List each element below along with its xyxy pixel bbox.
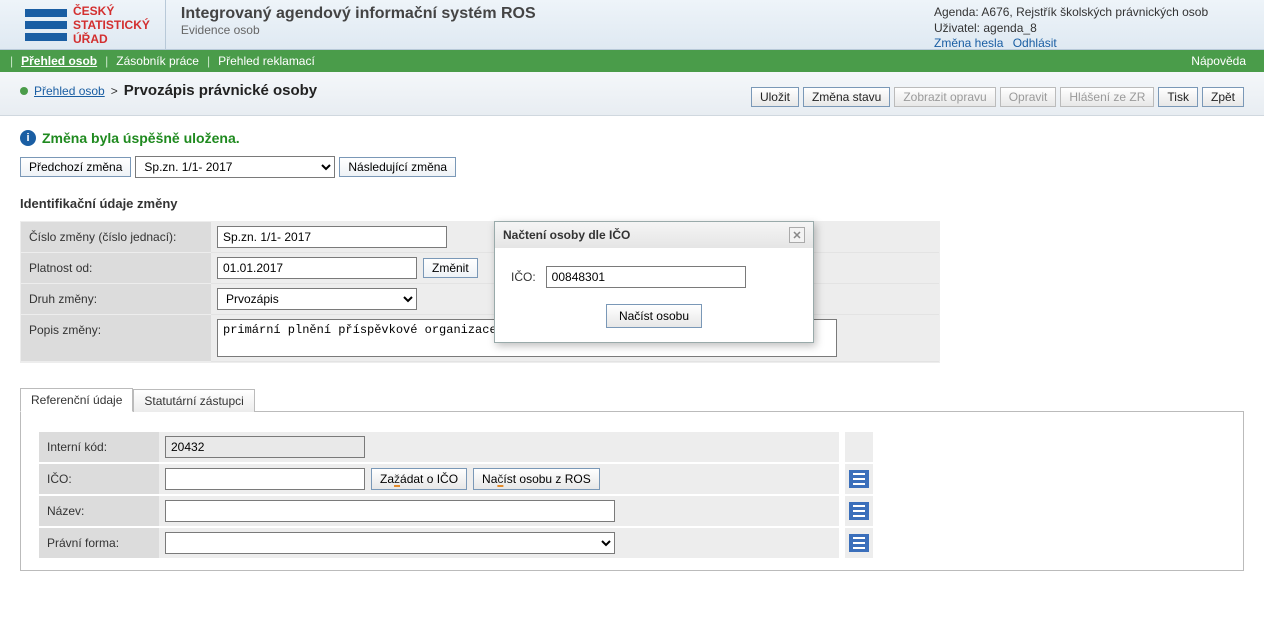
content: i Změna byla úspěšně uložena. Předchozí … bbox=[0, 116, 1264, 585]
logo: ČESKÝ STATISTICKÝ ÚŘAD bbox=[0, 0, 165, 49]
dialog-ico-label: IČO: bbox=[511, 270, 536, 284]
success-message: i Změna byla úspěšně uložena. bbox=[20, 130, 1244, 146]
pforma-select[interactable] bbox=[165, 532, 615, 554]
logo-bars-icon bbox=[25, 7, 67, 43]
dialog-load-button[interactable]: Načíst osobu bbox=[606, 304, 702, 328]
sub-header: Přehled osob > Prvozápis právnické osoby… bbox=[0, 72, 1264, 116]
back-button[interactable]: Zpět bbox=[1202, 87, 1244, 107]
platnost-change-button[interactable]: Změnit bbox=[423, 258, 478, 278]
main-nav: | Přehled osob | Zásobník práce | Přehle… bbox=[0, 50, 1264, 72]
list-icon[interactable] bbox=[849, 502, 869, 520]
label-interni: Interní kód: bbox=[39, 432, 159, 462]
tabs: Referenční údaje Statutární zástupci bbox=[20, 387, 1244, 411]
dialog-title-bar: Načtení osoby dle IČO ✕ bbox=[495, 222, 813, 248]
load-from-ros-button[interactable]: Načíst osobu z ROS bbox=[473, 468, 600, 490]
section-title-ident: Identifikační údaje změny bbox=[20, 196, 1244, 211]
top-header: ČESKÝ STATISTICKÝ ÚŘAD Integrovaný agend… bbox=[0, 0, 1264, 50]
info-icon: i bbox=[20, 130, 36, 146]
agenda-label: Agenda: bbox=[934, 5, 979, 19]
show-correction-button: Zobrazit opravu bbox=[894, 87, 995, 107]
app-title: Integrovaný agendový informační systém R… bbox=[181, 5, 899, 23]
label-platnost: Platnost od: bbox=[21, 253, 211, 284]
interni-input bbox=[165, 436, 365, 458]
list-icon[interactable] bbox=[849, 534, 869, 552]
platnost-input[interactable] bbox=[217, 257, 417, 279]
ico-input[interactable] bbox=[165, 468, 365, 490]
dialog-ico-input[interactable] bbox=[546, 266, 746, 288]
list-icon[interactable] bbox=[849, 470, 869, 488]
tab-reference-data[interactable]: Referenční údaje bbox=[20, 388, 133, 412]
request-ico-button[interactable]: Zažádat o IČO bbox=[371, 468, 467, 490]
tab-panel-reference: Interní kód: IČO: Zažádat o IČO Načíst o… bbox=[20, 411, 1244, 571]
app-subtitle: Evidence osob bbox=[181, 23, 899, 37]
success-text: Změna byla úspěšně uložena. bbox=[42, 130, 240, 146]
next-change-button[interactable]: Následující změna bbox=[339, 157, 456, 177]
prev-change-button[interactable]: Předchozí změna bbox=[20, 157, 131, 177]
druh-select[interactable]: Prvozápis bbox=[217, 288, 417, 310]
cislo-input[interactable] bbox=[217, 226, 447, 248]
breadcrumb-link[interactable]: Přehled osob bbox=[34, 84, 105, 98]
app-title-block: Integrovaný agendový informační systém R… bbox=[166, 0, 914, 49]
change-password-link[interactable]: Změna hesla bbox=[934, 36, 1003, 50]
tab-stat-agents[interactable]: Statutární zástupci bbox=[133, 389, 254, 412]
nav-item-overview[interactable]: Přehled osob bbox=[13, 54, 105, 68]
user-info: Agenda: A676, Rejstřík školských právnic… bbox=[914, 0, 1264, 49]
user-label: Uživatel: bbox=[934, 21, 980, 35]
change-navigation: Předchozí změna Sp.zn. 1/1- 2017 Následu… bbox=[20, 156, 1244, 178]
label-pforma: Právní forma: bbox=[39, 528, 159, 558]
page-title: Prvozápis právnické osoby bbox=[124, 82, 317, 99]
nav-item-help[interactable]: Nápověda bbox=[1183, 54, 1254, 68]
user-value: agenda_8 bbox=[983, 21, 1036, 35]
dialog-title: Načtení osoby dle IČO bbox=[503, 228, 630, 242]
correct-button: Opravit bbox=[1000, 87, 1057, 107]
agenda-value: A676, Rejstřík školských právnických oso… bbox=[981, 5, 1208, 19]
load-person-dialog: Načtení osoby dle IČO ✕ IČO: Načíst osob… bbox=[494, 221, 814, 343]
nav-item-complaints[interactable]: Přehled reklamací bbox=[210, 54, 323, 68]
logo-text: ČESKÝ STATISTICKÝ ÚŘAD bbox=[73, 4, 150, 46]
print-button[interactable]: Tisk bbox=[1158, 87, 1198, 107]
logout-link[interactable]: Odhlásit bbox=[1013, 36, 1057, 50]
dialog-close-button[interactable]: ✕ bbox=[789, 227, 805, 243]
change-select[interactable]: Sp.zn. 1/1- 2017 bbox=[135, 156, 335, 178]
label-cislo: Číslo změny (číslo jednací): bbox=[21, 222, 211, 253]
breadcrumb-sep: > bbox=[111, 84, 118, 98]
label-druh: Druh změny: bbox=[21, 284, 211, 315]
change-state-button[interactable]: Změna stavu bbox=[803, 87, 890, 107]
label-ico: IČO: bbox=[39, 464, 159, 494]
label-popis: Popis změny: bbox=[21, 315, 211, 362]
nazev-input[interactable] bbox=[165, 500, 615, 522]
save-button[interactable]: Uložit bbox=[751, 87, 799, 107]
nav-item-workstack[interactable]: Zásobník práce bbox=[108, 54, 207, 68]
label-nazev: Název: bbox=[39, 496, 159, 526]
zr-report-button: Hlášení ze ZR bbox=[1060, 87, 1154, 107]
breadcrumb-dot-icon bbox=[20, 87, 28, 95]
